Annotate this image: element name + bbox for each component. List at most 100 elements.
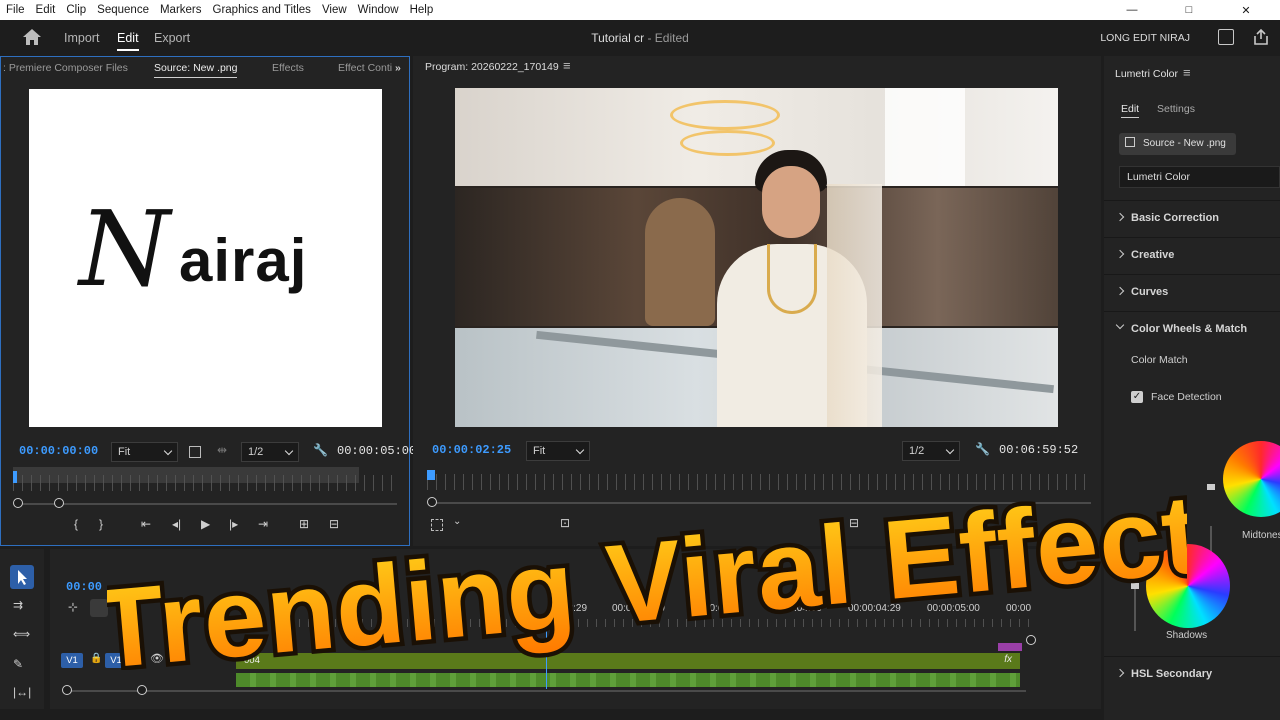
lumetri-tab-edit[interactable]: Edit bbox=[1121, 103, 1140, 118]
source-zoom-bar[interactable] bbox=[17, 503, 397, 505]
mark-in-icon[interactable]: { bbox=[74, 517, 78, 531]
menu-file[interactable]: File bbox=[6, 4, 25, 16]
chevron-down-icon[interactable]: ⌄ bbox=[453, 516, 461, 527]
timeline-ruler[interactable] bbox=[236, 619, 1030, 627]
tab-effects[interactable]: Effects bbox=[272, 62, 304, 74]
source-playhead[interactable] bbox=[13, 471, 17, 483]
audio-clip[interactable] bbox=[236, 673, 1020, 687]
export-frame-icon[interactable]: ⊡ bbox=[560, 516, 570, 530]
lumetri-menu-icon[interactable]: ≡ bbox=[1183, 65, 1191, 80]
section-creative[interactable]: Creative bbox=[1104, 237, 1280, 273]
safe-margins-icon[interactable] bbox=[189, 446, 201, 458]
close-window-button[interactable]: ✕ bbox=[1223, 0, 1269, 20]
overwrite-clip-icon[interactable]: ⊟ bbox=[329, 517, 339, 531]
source-timecode[interactable]: 00:00:00:00 bbox=[19, 444, 98, 458]
shadows-slider[interactable] bbox=[1134, 586, 1136, 631]
program-fit-dropdown[interactable]: Fit bbox=[526, 441, 590, 461]
sync-lock-icon[interactable]: ▭ bbox=[132, 653, 141, 664]
step-back-icon[interactable]: ◂| bbox=[172, 517, 181, 531]
insert-clip-icon[interactable]: ⊞ bbox=[299, 517, 309, 531]
menu-clip[interactable]: Clip bbox=[66, 4, 86, 16]
select-zoom-icon[interactable] bbox=[431, 519, 443, 531]
selection-tool[interactable] bbox=[10, 565, 34, 589]
program-timecode[interactable]: 00:00:02:25 bbox=[432, 443, 511, 457]
purple-clip-marker[interactable] bbox=[998, 643, 1022, 651]
chevron-down-icon bbox=[1115, 320, 1125, 330]
tab-composer-files[interactable]: : Premiere Composer Files bbox=[3, 62, 128, 74]
tab-effect-controls[interactable]: Effect Conti bbox=[338, 62, 392, 74]
step-forward-icon[interactable]: |▸ bbox=[229, 517, 238, 531]
lumetri-source-chip[interactable]: Source - New .png bbox=[1119, 133, 1236, 155]
menu-markers[interactable]: Markers bbox=[160, 4, 202, 16]
track-source-v1[interactable]: V1 bbox=[61, 653, 83, 668]
ruler-label-5: 00:00:04:29 bbox=[848, 603, 901, 614]
mark-out-icon[interactable]: } bbox=[99, 517, 103, 531]
section-curves[interactable]: Curves bbox=[1104, 274, 1280, 310]
program-resolution-value: 1/2 bbox=[909, 445, 925, 457]
program-playhead[interactable] bbox=[427, 470, 435, 480]
menu-graphics-titles[interactable]: Graphics and Titles bbox=[213, 4, 311, 16]
slip-icon[interactable]: |↔| bbox=[13, 685, 31, 699]
go-to-out-icon[interactable]: ⇥ bbox=[258, 517, 268, 531]
user-name[interactable]: LONG EDIT NIRAJ bbox=[1100, 32, 1190, 44]
source-zoom-start-handle[interactable] bbox=[13, 498, 23, 508]
wrench-icon[interactable]: 🔧 bbox=[313, 443, 328, 457]
eye-icon[interactable]: 👁 bbox=[150, 652, 164, 665]
lumetri-title: Lumetri Color bbox=[1115, 68, 1179, 80]
source-fit-dropdown[interactable]: Fit bbox=[111, 442, 178, 462]
razor-icon[interactable]: ✎ bbox=[13, 657, 23, 671]
shadows-wheel[interactable] bbox=[1146, 544, 1230, 628]
program-preview bbox=[455, 88, 1058, 427]
logo-script-letter: N bbox=[79, 188, 170, 310]
ripple-edit-icon[interactable]: ⟺ bbox=[13, 627, 30, 641]
shadows-slider-handle[interactable] bbox=[1131, 583, 1139, 589]
source-zoom-end-handle[interactable] bbox=[54, 498, 64, 508]
insert-icon[interactable]: ⇹ bbox=[217, 443, 227, 457]
chevron-right-icon bbox=[1115, 249, 1125, 259]
menu-view[interactable]: View bbox=[322, 4, 347, 16]
window-light bbox=[885, 88, 965, 186]
maximize-button[interactable]: □ bbox=[1166, 0, 1212, 20]
menu-help[interactable]: Help bbox=[410, 4, 434, 16]
video-clip[interactable]: 004 fx bbox=[236, 653, 1020, 669]
lumetri-tab-settings[interactable]: Settings bbox=[1157, 103, 1195, 115]
section-basic-correction[interactable]: Basic Correction bbox=[1104, 200, 1280, 236]
lumetri-effect-select[interactable]: Lumetri Color bbox=[1119, 166, 1280, 188]
timeline-playhead[interactable] bbox=[546, 619, 547, 689]
lock-icon[interactable]: 🔒 bbox=[90, 653, 102, 664]
nest-icon[interactable]: ⊹ bbox=[68, 600, 78, 614]
program-menu-icon[interactable]: ≡ bbox=[563, 58, 571, 73]
tab-source[interactable]: Source: New .png bbox=[154, 62, 238, 78]
logo-text: airaj bbox=[179, 227, 308, 294]
go-to-in-icon[interactable]: ⇤ bbox=[141, 517, 151, 531]
program-resolution-dropdown[interactable]: 1/2 bbox=[902, 441, 960, 461]
track-select-icon[interactable]: ⇉ bbox=[13, 598, 23, 612]
face-detection-checkbox[interactable]: ✓ bbox=[1131, 391, 1143, 403]
timeline-zoom-end-handle[interactable] bbox=[137, 685, 147, 695]
snap-icon[interactable] bbox=[90, 599, 108, 617]
lift-icon[interactable]: ⊟ bbox=[849, 516, 859, 530]
track-zoom-handle[interactable] bbox=[1026, 635, 1036, 645]
more-tabs-icon[interactable]: » bbox=[395, 62, 401, 74]
program-zoom-bar[interactable] bbox=[431, 502, 1091, 504]
track-v1[interactable]: V1 bbox=[105, 653, 127, 668]
share-icon[interactable] bbox=[1252, 28, 1270, 46]
color-match-button[interactable]: Color Match bbox=[1131, 354, 1188, 366]
program-duration: 00:06:59:52 bbox=[999, 443, 1079, 457]
menu-sequence[interactable]: Sequence bbox=[97, 4, 149, 16]
minimize-button[interactable]: — bbox=[1109, 0, 1155, 20]
program-zoom-handle[interactable] bbox=[427, 497, 437, 507]
panel-layout-icon[interactable] bbox=[1218, 29, 1234, 45]
menu-window[interactable]: Window bbox=[358, 4, 399, 16]
timeline-zoom-start-handle[interactable] bbox=[62, 685, 72, 695]
menu-edit[interactable]: Edit bbox=[36, 4, 56, 16]
section-hsl-secondary[interactable]: HSL Secondary bbox=[1104, 656, 1280, 692]
section-label: Basic Correction bbox=[1131, 212, 1220, 224]
program-wrench-icon[interactable]: 🔧 bbox=[975, 442, 990, 456]
arrow-icon bbox=[18, 570, 27, 585]
midtones-slider-handle[interactable] bbox=[1207, 484, 1215, 490]
source-resolution-dropdown[interactable]: 1/2 bbox=[241, 442, 299, 462]
timeline-timecode[interactable]: 00:00 bbox=[66, 580, 102, 594]
play-icon[interactable]: ▶ bbox=[201, 517, 210, 531]
timeline-zoom-bar[interactable] bbox=[66, 690, 1026, 692]
